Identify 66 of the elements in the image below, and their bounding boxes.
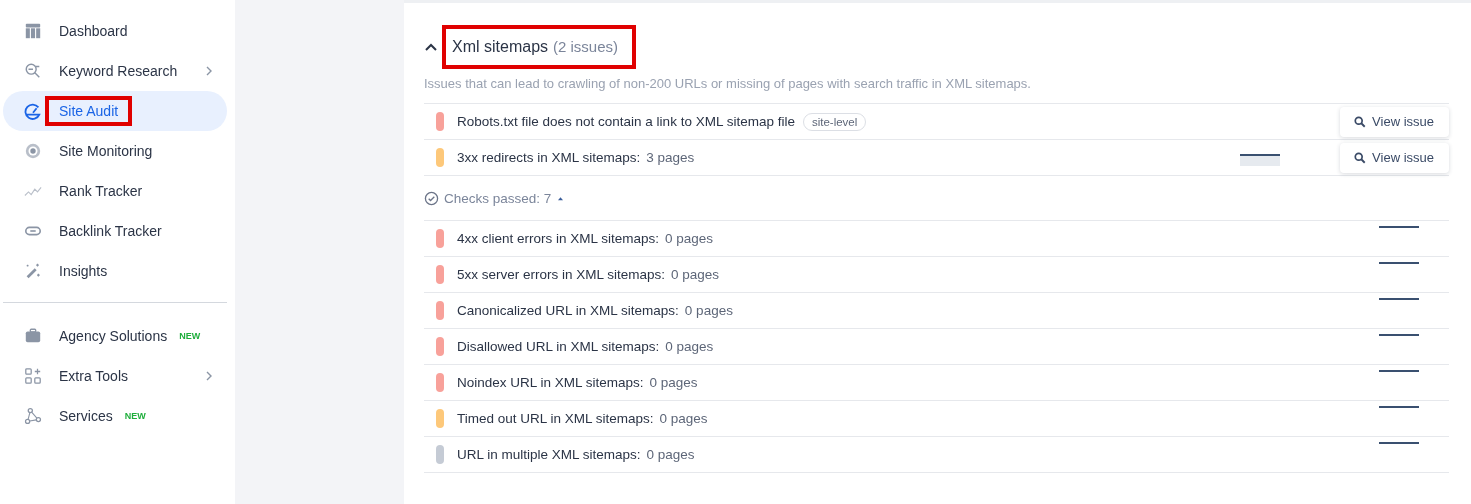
issue-title: Robots.txt file does not contain a link to XML sitemap file <box>457 114 795 129</box>
nav-label: Backlink Tracker <box>58 222 163 241</box>
checks-passed-toggle[interactable]: Checks passed: 7 <box>444 190 552 206</box>
page-count: 0 pages <box>646 447 695 462</box>
grid-icon <box>24 367 42 385</box>
page-count: 0 pages <box>671 267 720 282</box>
nav-item[interactable]: Rank Tracker <box>3 171 227 211</box>
section-description: Issues that can lead to crawling of non-200 URLs or missing of pages with search traffic in XML sitemaps. <box>424 76 1032 91</box>
page-count: 0 pages <box>649 375 698 390</box>
nav-item[interactable]: Keyword Research <box>3 51 227 91</box>
check-title: Disallowed URL in XML sitemaps: <box>457 339 660 354</box>
briefcase-icon <box>24 327 42 345</box>
page-count: 0 pages <box>665 339 714 354</box>
chevron-up-icon[interactable] <box>424 42 438 52</box>
page-count: 0 pages <box>665 231 714 246</box>
nav-item[interactable]: Site Monitoring <box>3 131 227 171</box>
nav-label: Dashboard <box>58 22 129 41</box>
nav-item[interactable]: Extra Tools <box>3 356 227 396</box>
nav-label: Extra Tools <box>58 367 129 386</box>
view-issue-button[interactable]: View issue <box>1340 142 1449 173</box>
nav-item[interactable]: Site Audit <box>3 91 227 131</box>
search-icon <box>1354 115 1367 128</box>
issue-count: (2 issues) <box>553 38 619 55</box>
trend-line <box>1379 405 1419 408</box>
nav-label: Keyword Research <box>58 62 179 81</box>
trend-line <box>1379 261 1419 264</box>
gauge-icon <box>24 102 42 120</box>
view-issue-button[interactable]: View issue <box>1340 106 1449 137</box>
nav-item[interactable]: Insights <box>3 251 227 291</box>
section-title[interactable]: Xml sitemaps <box>452 38 549 56</box>
check-title: 5xx server errors in XML sitemaps: <box>457 267 666 282</box>
check-title: Canonicalized URL in XML sitemaps: <box>457 303 679 318</box>
table-icon <box>24 22 42 40</box>
check-title: Timed out URL in XML sitemaps: <box>457 411 654 426</box>
radar-icon <box>24 142 42 160</box>
page-count: 0 pages <box>659 411 708 426</box>
check-title: URL in multiple XML sitemaps: <box>457 447 641 462</box>
trend-line <box>1379 441 1419 444</box>
nav-label: Site Audit <box>45 96 133 126</box>
nav-item[interactable]: Backlink Tracker <box>3 211 227 251</box>
search-icon <box>1354 151 1367 164</box>
new-label: NEW <box>179 331 201 341</box>
page-count: 3 pages <box>646 150 695 165</box>
check-title: 4xx client errors in XML sitemaps: <box>457 231 660 246</box>
new-label: NEW <box>124 411 146 421</box>
check-circle-icon <box>424 190 439 206</box>
trend-line <box>1379 297 1419 300</box>
nav-label: Services <box>58 407 114 426</box>
trend-chart <box>1240 153 1281 166</box>
nav-item[interactable]: Services NEW <box>3 396 227 436</box>
issue-title: 3xx redirects in XML sitemaps: <box>457 150 641 165</box>
caret-up-icon[interactable] <box>557 195 565 201</box>
wand-icon <box>24 262 42 280</box>
nav-label: Insights <box>58 262 109 281</box>
trend-line <box>1379 369 1419 372</box>
nav-label: Agency Solutions <box>58 327 169 346</box>
nav-label: Site Monitoring <box>58 142 154 161</box>
nav-label: Rank Tracker <box>58 182 144 201</box>
nodes-icon <box>24 407 42 425</box>
trend-line <box>1379 333 1419 336</box>
trend-line <box>1379 225 1419 228</box>
nav-item[interactable]: Agency Solutions NEW <box>3 316 227 356</box>
search-key-icon <box>24 62 42 80</box>
nav-item[interactable]: Dashboard <box>3 11 227 51</box>
check-title: Noindex URL in XML sitemaps: <box>457 375 644 390</box>
page-count: 0 pages <box>684 303 733 318</box>
